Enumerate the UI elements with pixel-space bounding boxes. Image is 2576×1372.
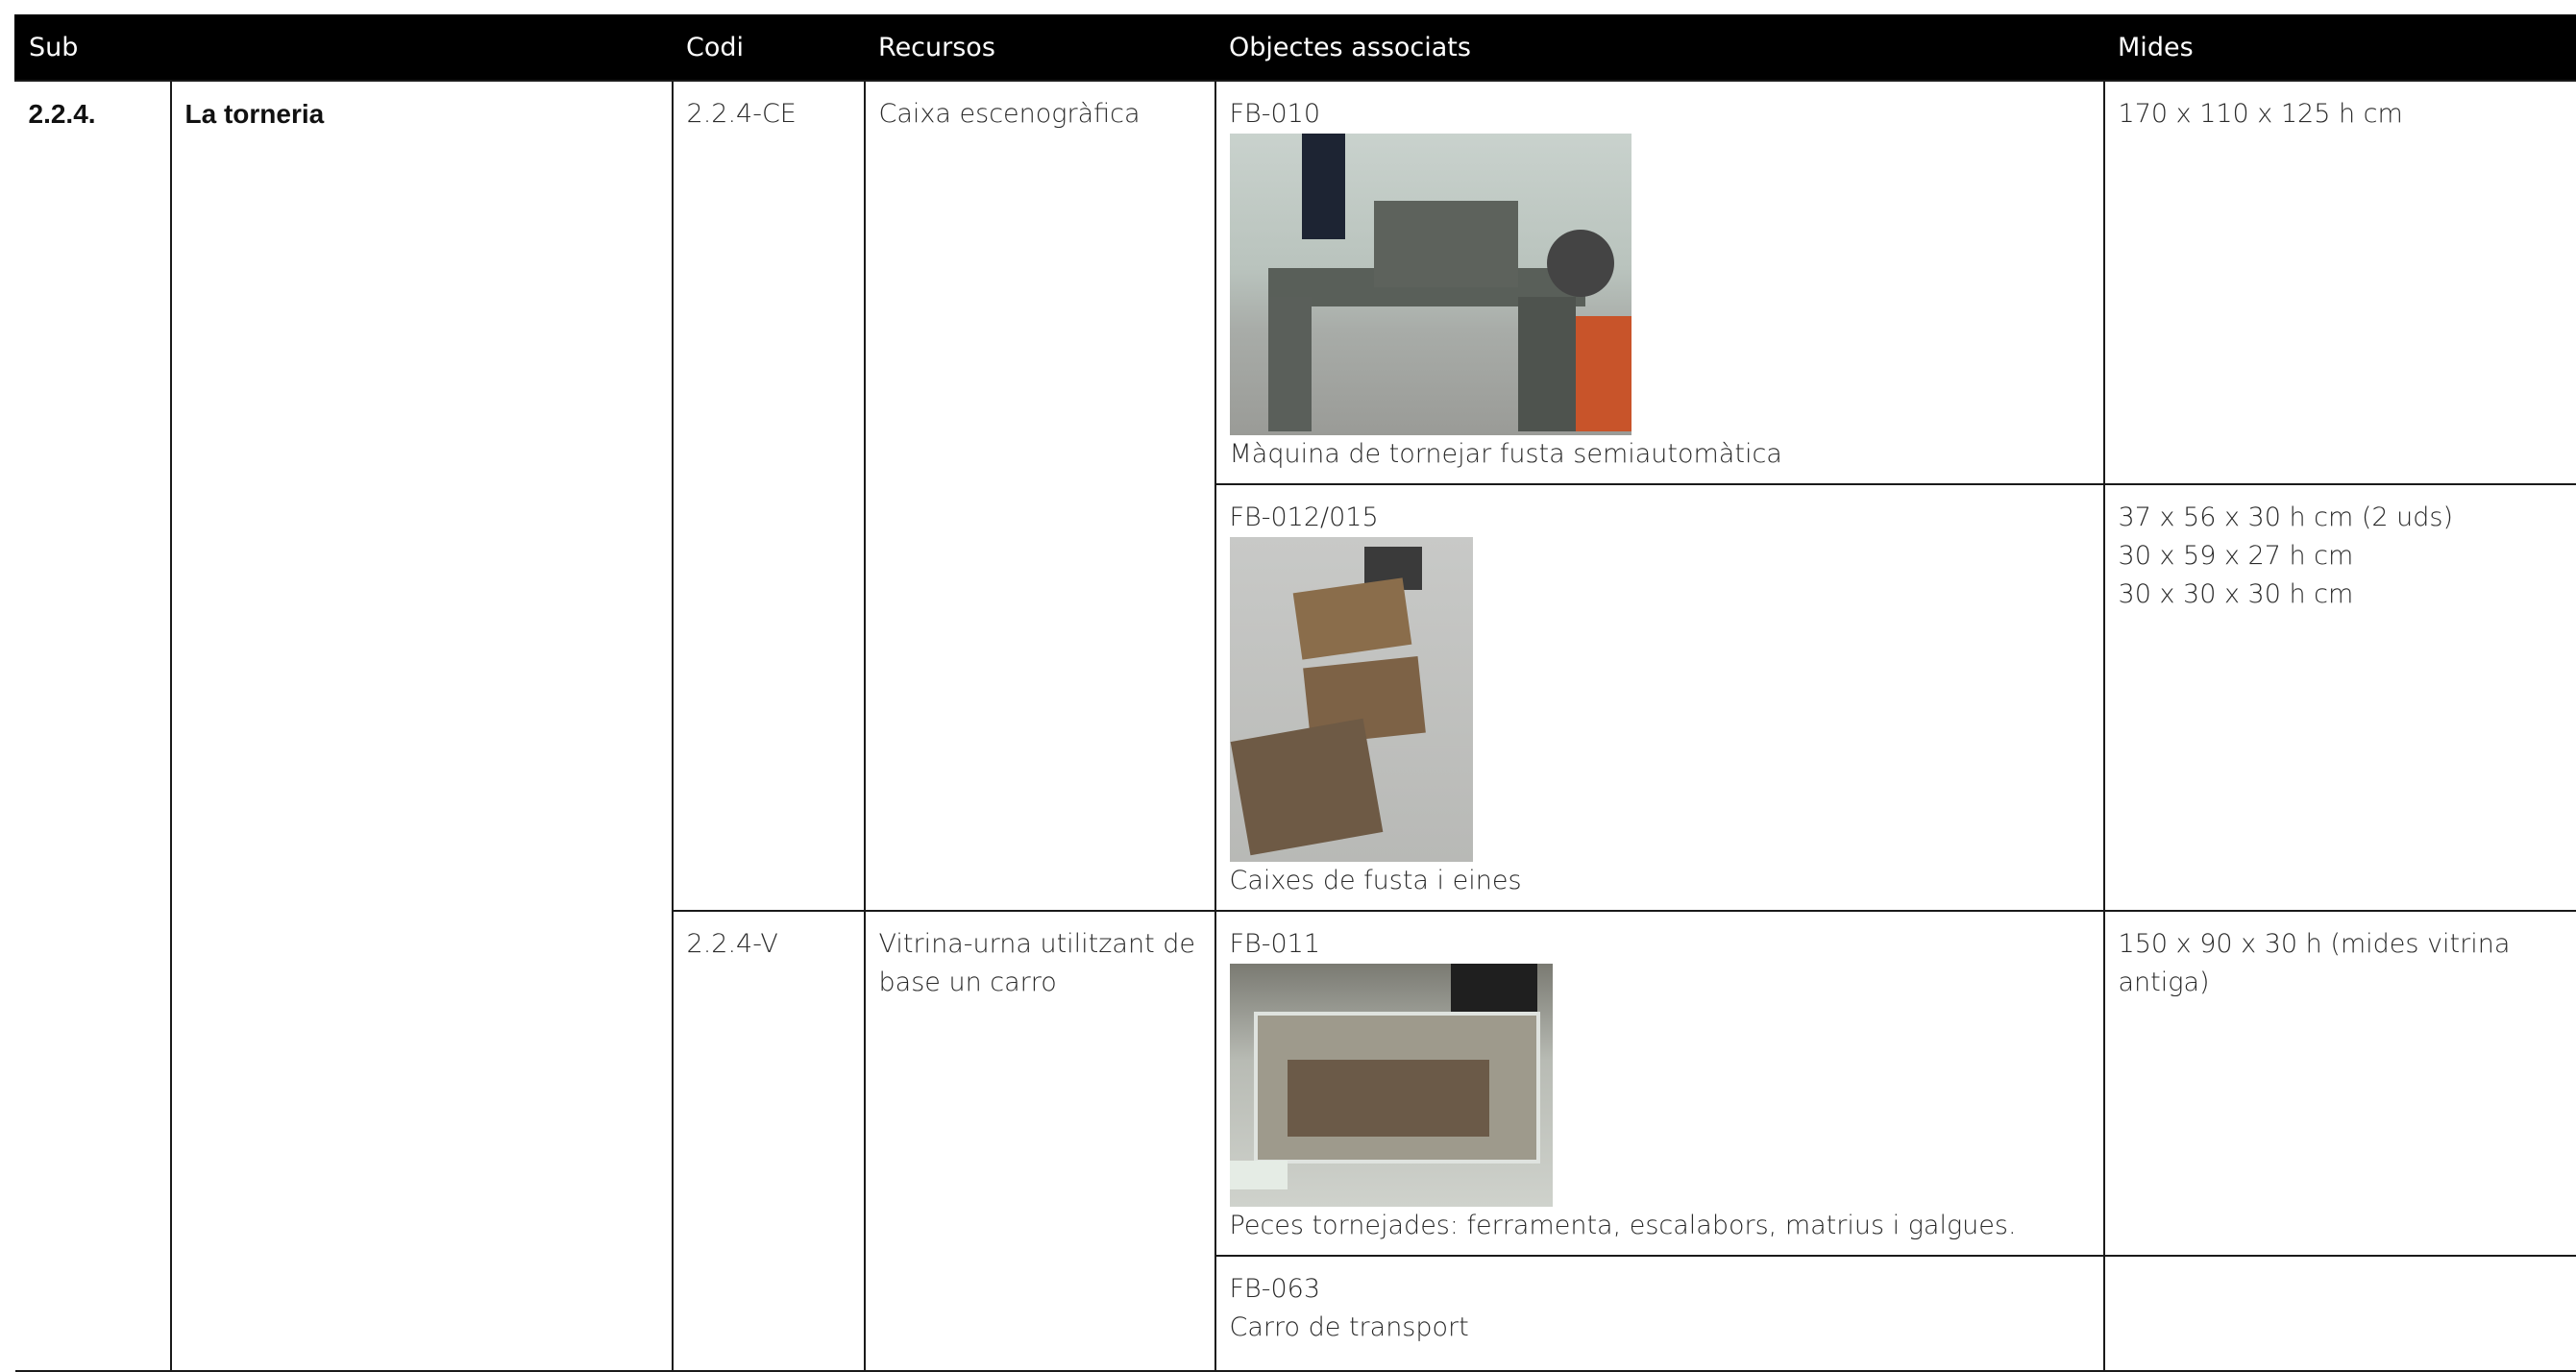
table-row: 2.2.4. La torneria 2.2.4-CE Caixa esceno… [15, 81, 2576, 484]
header-codi: Codi [673, 14, 865, 81]
object-cell: FB-010 Màquina de tornejar fusta semiaut… [1215, 81, 2104, 484]
object-cell: FB-011 Peces tornejades: ferramenta, esc… [1215, 911, 2104, 1256]
object-code: FB-011 [1230, 925, 2090, 964]
header-recursos: Recursos [865, 14, 1215, 81]
header-sub: Sub [15, 14, 673, 81]
object-caption: Caixes de fusta i eines [1230, 862, 2090, 900]
boxes-photo [1230, 537, 1473, 862]
size-cell: 150 x 90 x 30 h (mides vitrina antiga) [2104, 911, 2576, 1256]
size-line: 170 x 110 x 125 h cm [2119, 95, 2563, 134]
size-line: 150 x 90 x 30 h (mides vitrina antiga) [2119, 925, 2563, 1002]
resource-name: Vitrina-urna utilitzant de base un carro [865, 911, 1215, 1371]
header-objectes: Objectes associats [1215, 14, 2104, 81]
size-cell: 170 x 110 x 125 h cm [2104, 81, 2576, 484]
objects-table: Sub Codi Recursos Objectes associats Mid… [14, 14, 2576, 1372]
sub-title: La torneria [171, 81, 673, 1371]
resource-name: Caixa escenogràfica [865, 81, 1215, 911]
object-code: FB-063 [1230, 1270, 2090, 1309]
size-cell [2104, 1256, 2576, 1371]
header-mides: Mides [2104, 14, 2576, 81]
size-cell: 37 x 56 x 30 h cm (2 uds) 30 x 59 x 27 h… [2104, 484, 2576, 911]
size-line: 30 x 30 x 30 h cm [2119, 576, 2563, 614]
object-cell: FB-012/015 Caixes de fusta i eines [1215, 484, 2104, 911]
size-line: 37 x 56 x 30 h cm (2 uds) [2119, 499, 2563, 537]
sub-number: 2.2.4. [15, 81, 171, 1371]
size-line: 30 x 59 x 27 h cm [2119, 537, 2563, 576]
object-code: FB-010 [1230, 95, 2090, 134]
lathe-photo [1230, 134, 1631, 435]
object-caption: Màquina de tornejar fusta semiautomàtica [1230, 435, 2090, 474]
display-case-photo [1230, 964, 1553, 1207]
resource-code: 2.2.4-V [673, 911, 865, 1371]
resource-code: 2.2.4-CE [673, 81, 865, 911]
header-row: Sub Codi Recursos Objectes associats Mid… [15, 14, 2576, 81]
object-caption: Peces tornejades: ferramenta, escalabors… [1230, 1207, 2090, 1245]
object-cell: FB-063 Carro de transport [1215, 1256, 2104, 1371]
object-caption: Carro de transport [1230, 1309, 2090, 1347]
object-code: FB-012/015 [1230, 499, 2090, 537]
